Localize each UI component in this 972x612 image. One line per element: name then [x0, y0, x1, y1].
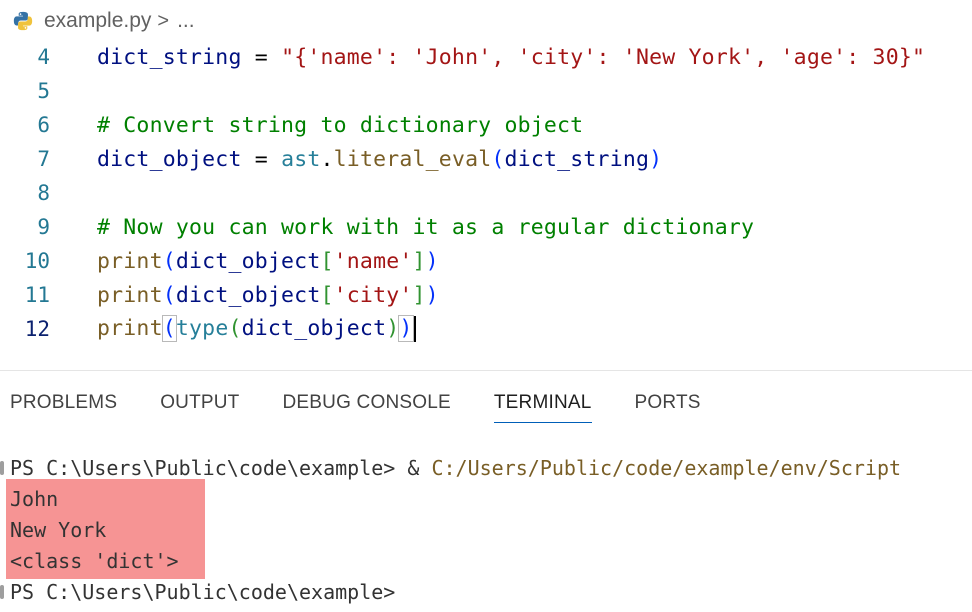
panel-tabs: PROBLEMS OUTPUT DEBUG CONSOLE TERMINAL P…	[0, 382, 734, 426]
code-line[interactable]: 10 print(dict_object['name'])	[0, 244, 972, 278]
code-line-active[interactable]: 12 print(type(dict_object))	[0, 312, 972, 346]
terminal-prompt: PS C:\Users\Public\code\example>	[10, 455, 408, 480]
line-number: 11	[24, 283, 50, 307]
terminal-amp: &	[407, 455, 432, 480]
line-number: 8	[37, 181, 50, 205]
code-text[interactable]: print(type(dict_object))	[97, 315, 416, 342]
line-number: 10	[24, 249, 50, 273]
code-line[interactable]: 4 dict_string = "{'name': 'John', 'city'…	[0, 40, 972, 74]
code-text[interactable]: print(dict_object['name'])	[97, 249, 439, 274]
code-line[interactable]: 7 dict_object = ast.literal_eval(dict_st…	[0, 142, 972, 176]
code-line[interactable]: 6 # Convert string to dictionary object	[0, 108, 972, 142]
tab-problems[interactable]: PROBLEMS	[10, 382, 117, 422]
command-decoration-icon[interactable]	[0, 461, 4, 475]
terminal-output-line: New York	[10, 517, 107, 542]
terminal-command-line: PS C:\Users\Public\code\example> & C:/Us…	[10, 452, 901, 483]
panel-divider	[0, 370, 972, 371]
code-line[interactable]: 9 # Now you can work with it as a regula…	[0, 210, 972, 244]
code-comment[interactable]: # Convert string to dictionary object	[97, 113, 583, 138]
chevron-right-icon: >	[157, 9, 170, 32]
terminal-output-line: John	[10, 486, 59, 511]
code-comment[interactable]: # Now you can work with it as a regular …	[97, 215, 754, 240]
terminal-output-line: <class 'dict'>	[10, 548, 179, 573]
line-number: 9	[37, 215, 50, 239]
text-cursor	[413, 316, 416, 342]
code-editor[interactable]: 4 dict_string = "{'name': 'John', 'city'…	[0, 40, 972, 350]
breadcrumb-ellipsis[interactable]: ...	[177, 9, 195, 33]
line-number: 5	[37, 79, 50, 103]
tab-output[interactable]: OUTPUT	[160, 382, 239, 422]
python-icon	[13, 11, 33, 31]
line-number: 6	[37, 113, 50, 137]
code-line[interactable]: 8	[0, 176, 972, 210]
line-number: 7	[37, 147, 50, 171]
code-text[interactable]: dict_object = ast.literal_eval(dict_stri…	[97, 147, 662, 172]
breadcrumb: example.py > ...	[0, 0, 972, 42]
breadcrumb-file-name[interactable]: example.py	[44, 9, 151, 33]
command-decoration-icon[interactable]	[0, 585, 4, 599]
tab-ports[interactable]: PORTS	[635, 382, 701, 422]
line-number: 4	[37, 45, 50, 69]
code-text[interactable]: print(dict_object['city'])	[97, 283, 439, 308]
code-line[interactable]: 5	[0, 74, 972, 108]
code-text[interactable]: dict_string = "{'name': 'John', 'city': …	[97, 45, 925, 70]
terminal-prompt: PS C:\Users\Public\code\example>	[10, 579, 396, 604]
line-number: 12	[24, 317, 50, 341]
code-line[interactable]: 11 print(dict_object['city'])	[0, 278, 972, 312]
terminal-command-path: C:/Users/Public/code/example/env/Script	[431, 455, 902, 480]
tab-terminal[interactable]: TERMINAL	[493, 382, 592, 423]
tab-debug-console[interactable]: DEBUG CONSOLE	[283, 382, 451, 422]
